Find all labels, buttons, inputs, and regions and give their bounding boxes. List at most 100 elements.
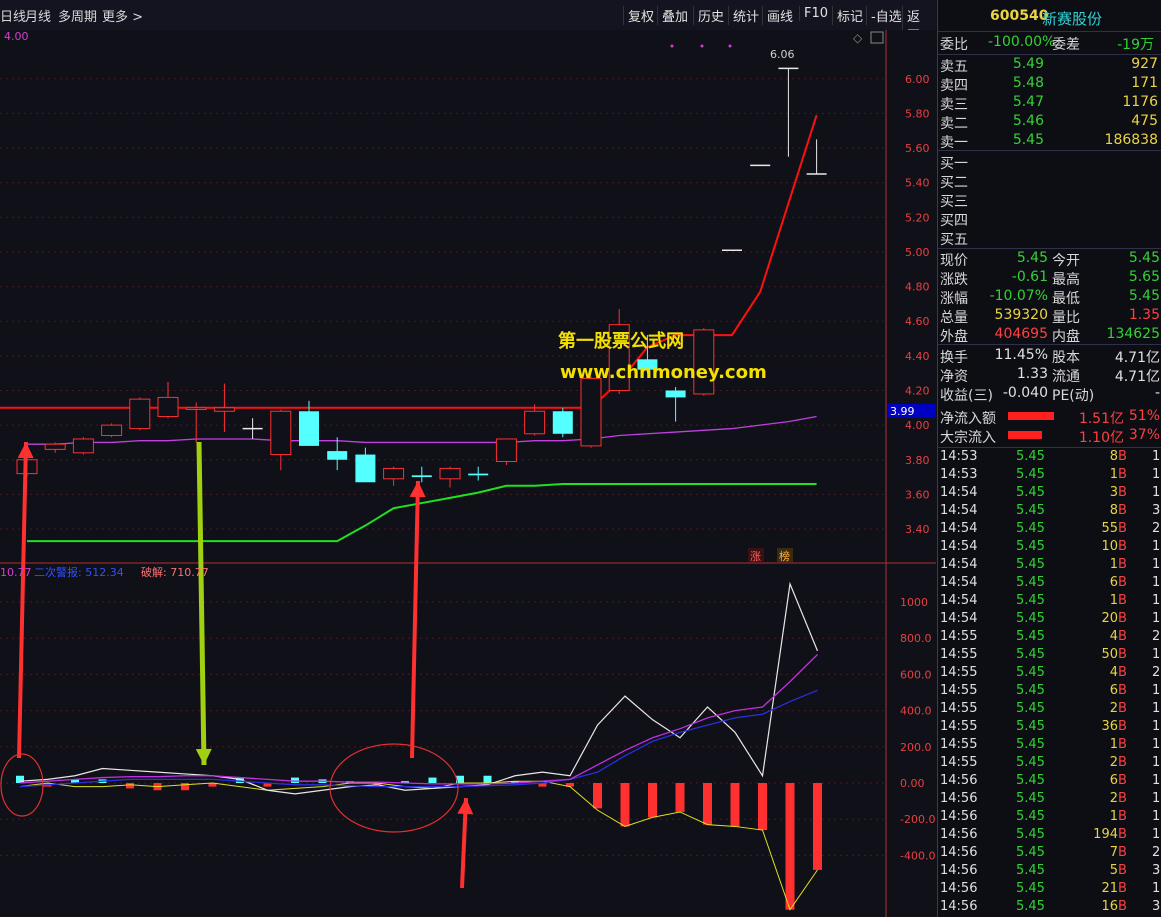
tick-time: 14:56: [940, 773, 978, 788]
tick-side: B: [1118, 485, 1127, 500]
quote-value-right: -: [1154, 385, 1160, 401]
tab-multi-period[interactable]: 多周期: [58, 6, 97, 25]
sell-level-row: 卖三 5.47 1176: [938, 94, 1161, 113]
indicator-bar: [758, 783, 767, 831]
block-pct: 37%: [1128, 427, 1160, 443]
indicator-bar: [181, 783, 189, 791]
tick-row: 14:55 5.45 6 B 1: [938, 683, 1161, 701]
quote-value-left: 539320: [994, 307, 1048, 323]
candle-up: [580, 377, 602, 447]
tick-price: 5.45: [1016, 791, 1045, 806]
quote-value-left: 11.45%: [994, 347, 1048, 363]
overlay-button[interactable]: 叠加: [657, 6, 692, 25]
candle-down: [327, 451, 348, 460]
buy-level-label: 买三: [940, 194, 968, 210]
f10-button[interactable]: F10: [799, 6, 832, 21]
mark-button[interactable]: 标记: [832, 6, 867, 25]
chart-toolbar: 日线 月线 多周期 更多 > 复权 叠加 历史 统计 画线 F10 标记 -自选…: [0, 0, 936, 44]
quote-value-left: 404695: [994, 326, 1048, 342]
candle-down: [552, 411, 573, 434]
quote-row: 现价 5.45 今开 5.45: [938, 250, 1161, 269]
tick-side: B: [1118, 809, 1127, 824]
block-value: 1.10亿: [1078, 430, 1124, 446]
stats-button[interactable]: 统计: [728, 6, 763, 25]
adjust-button[interactable]: 复权: [623, 6, 658, 25]
quote-row: 外盘 404695 内盘 134625: [938, 326, 1161, 345]
tab-more[interactable]: 更多 >: [102, 6, 143, 25]
signal-dot: [670, 44, 674, 48]
buy-level-label: 买五: [940, 232, 968, 248]
indicator-bar: [813, 783, 822, 870]
quote-panel: 600540 新赛股份 委比 -100.00% 委差 -19万 卖五 5.49 …: [937, 0, 1161, 917]
candle-up: [495, 438, 517, 462]
tab-daily[interactable]: 日线: [0, 6, 26, 25]
candle-up: [101, 424, 123, 437]
kline-chart[interactable]: 6.00 5.80 5.60 5.40 5.20 5.00 4.80 4.60 4.40 4.20…: [0, 30, 936, 917]
tick-volume: 1: [1109, 737, 1118, 752]
tick-volume: 1: [1109, 467, 1118, 482]
quote-label-right: 内盘: [1052, 329, 1080, 345]
price-tick-label: 4.00: [905, 419, 930, 432]
tick-side: B: [1118, 791, 1127, 806]
sell-level-volume: 475: [1131, 113, 1158, 129]
tick-time: 14:53: [940, 449, 978, 464]
sell-level-volume: 186838: [1104, 132, 1158, 148]
tick-price: 5.45: [1016, 539, 1045, 554]
tick-time: 14:55: [940, 719, 978, 734]
tick-count: 1: [1152, 683, 1161, 698]
indicator-bar: [483, 775, 492, 783]
tick-count: 1: [1152, 755, 1161, 770]
quote-label-right: PE(动): [1052, 388, 1095, 404]
tick-side: B: [1118, 467, 1127, 482]
tick-volume: 8: [1109, 503, 1118, 518]
sell-level-label: 卖二: [940, 116, 968, 132]
diamond-icon[interactable]: ◇: [853, 31, 863, 45]
sell-level-row: 卖二 5.46 475: [938, 113, 1161, 132]
tick-row: 14:55 5.45 2 B 1: [938, 755, 1161, 773]
tick-price: 5.45: [1016, 449, 1045, 464]
price-tick-label: 4.20: [905, 384, 930, 397]
quote-row: 总量 539320 量比 1.35: [938, 307, 1161, 326]
tick-count: 1: [1152, 647, 1161, 662]
tab-monthly[interactable]: 月线: [25, 6, 51, 25]
tick-count: 1: [1152, 737, 1161, 752]
tick-price: 5.45: [1016, 845, 1045, 860]
quote-label-right: 股本: [1052, 350, 1080, 366]
tick-volume: 2: [1109, 791, 1118, 806]
tick-volume: 6: [1109, 773, 1118, 788]
tick-volume: 2: [1109, 755, 1118, 770]
indicator-bar: [675, 783, 685, 812]
tick-side: B: [1118, 755, 1127, 770]
tick-volume: 4: [1109, 629, 1118, 644]
buy-level-row: 买四: [938, 210, 1161, 229]
tick-side: B: [1118, 593, 1127, 608]
tick-price: 5.45: [1016, 701, 1045, 716]
candle-up: [213, 407, 235, 412]
remove-watchlist-button[interactable]: -自选: [866, 6, 906, 25]
indicator-tick-label: 600.0: [900, 668, 932, 681]
tick-side: B: [1118, 845, 1127, 860]
draw-button[interactable]: 画线: [762, 6, 797, 25]
tick-side: B: [1118, 539, 1127, 554]
tick-count: 2: [1152, 665, 1161, 680]
top-left-value: 4.00: [4, 30, 29, 43]
quote-row: 换手 11.45% 股本 4.71亿: [938, 347, 1161, 366]
indicator-bar: [593, 783, 602, 809]
tick-price: 5.45: [1016, 665, 1045, 680]
history-button[interactable]: 历史: [693, 6, 728, 25]
quote-row: 净资 1.33 流通 4.71亿: [938, 366, 1161, 385]
tick-volume: 6: [1109, 683, 1118, 698]
quote-label-left: 涨幅: [940, 291, 968, 307]
sell-level-label: 卖五: [940, 59, 968, 75]
sell-level-price: 5.45: [1012, 132, 1044, 148]
tick-price: 5.45: [1016, 809, 1045, 824]
tick-side: B: [1118, 737, 1127, 752]
tick-count: 2: [1152, 629, 1161, 644]
quote-label-left: 总量: [940, 310, 968, 326]
tick-time: 14:56: [940, 881, 978, 896]
tick-volume: 2: [1109, 701, 1118, 716]
tick-count: 1: [1152, 557, 1161, 572]
tick-count: 1: [1152, 449, 1161, 464]
quote-value-left: -10.07%: [989, 288, 1048, 304]
sell-level-label: 卖四: [940, 78, 968, 94]
